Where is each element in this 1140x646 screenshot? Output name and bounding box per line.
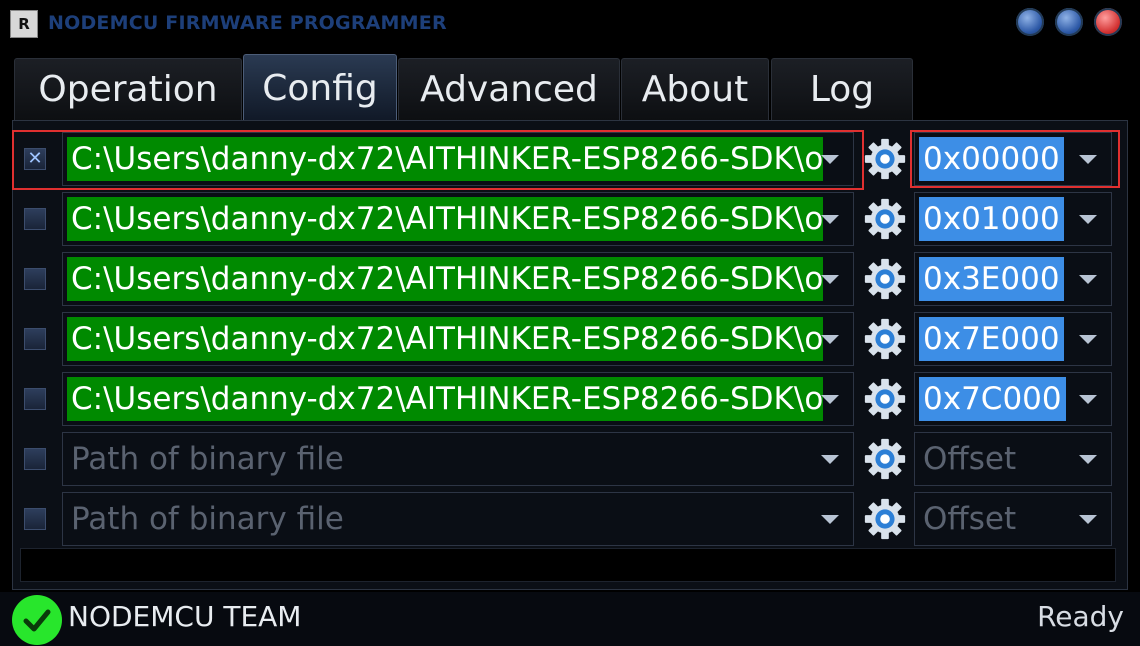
check-circle-icon	[12, 595, 62, 645]
offset-value: 0x3E000	[919, 257, 1064, 301]
row-enable-checkbox[interactable]	[24, 208, 46, 230]
firmware-row: C:\Users\danny-dx72\AITHINKER-ESP8266-SD…	[0, 192, 1140, 248]
chevron-down-icon[interactable]	[1079, 395, 1097, 404]
offset-combobox[interactable]: Offset	[914, 432, 1112, 486]
offset-combobox[interactable]: 0x3E000	[914, 252, 1112, 306]
gear-icon[interactable]	[858, 492, 912, 546]
offset-combobox[interactable]: 0x7E000	[914, 312, 1112, 366]
status-bar: NODEMCU TEAM Ready	[0, 592, 1140, 646]
gear-icon[interactable]	[858, 192, 912, 246]
row-enable-checkbox[interactable]: ✕	[24, 148, 46, 170]
row-enable-checkbox[interactable]	[24, 508, 46, 530]
offset-value: 0x7C000	[919, 377, 1066, 421]
offset-combobox[interactable]: Offset	[914, 492, 1112, 546]
offset-value: Offset	[923, 441, 1017, 477]
app-icon[interactable]: R	[10, 10, 38, 38]
status-text: Ready	[1037, 600, 1124, 633]
window-title: NODEMCU FIRMWARE PROGRAMMER	[48, 12, 447, 34]
binary-path-combobox[interactable]: C:\Users\danny-dx72\AITHINKER-ESP8266-SD…	[62, 252, 854, 306]
tab-operation[interactable]: Operation	[14, 58, 242, 120]
maximize-button[interactable]	[1055, 8, 1083, 36]
chevron-down-icon[interactable]	[821, 215, 839, 224]
chevron-down-icon[interactable]	[1079, 275, 1097, 284]
chevron-down-icon[interactable]	[1079, 155, 1097, 164]
binary-path-value: Path of binary file	[71, 441, 344, 477]
close-button[interactable]	[1094, 8, 1122, 36]
row-enable-checkbox[interactable]	[24, 328, 46, 350]
binary-path-combobox[interactable]: C:\Users\danny-dx72\AITHINKER-ESP8266-SD…	[62, 132, 854, 186]
row-enable-checkbox[interactable]	[24, 388, 46, 410]
binary-path-value: C:\Users\danny-dx72\AITHINKER-ESP8266-SD…	[67, 197, 823, 241]
chevron-down-icon[interactable]	[821, 275, 839, 284]
chevron-down-icon[interactable]	[821, 455, 839, 464]
binary-path-value: C:\Users\danny-dx72\AITHINKER-ESP8266-SD…	[67, 137, 823, 181]
tab-advanced[interactable]: Advanced	[398, 58, 620, 120]
firmware-row: ✕ C:\Users\danny-dx72\AITHINKER-ESP8266-S…	[0, 132, 1140, 188]
firmware-row: Path of binary file Offset	[0, 432, 1140, 488]
binary-path-combobox[interactable]: C:\Users\danny-dx72\AITHINKER-ESP8266-SD…	[62, 192, 854, 246]
minimize-button[interactable]	[1016, 8, 1044, 36]
firmware-row: C:\Users\danny-dx72\AITHINKER-ESP8266-SD…	[0, 372, 1140, 428]
row-enable-checkbox[interactable]	[24, 268, 46, 290]
offset-value: Offset	[923, 501, 1017, 537]
binary-path-value: C:\Users\danny-dx72\AITHINKER-ESP8266-SD…	[67, 257, 823, 301]
tab-log[interactable]: Log	[771, 58, 913, 120]
gear-icon[interactable]	[858, 312, 912, 366]
offset-combobox[interactable]: 0x00000	[914, 132, 1112, 186]
offset-combobox[interactable]: 0x7C000	[914, 372, 1112, 426]
tab-config[interactable]: Config	[243, 54, 397, 122]
chevron-down-icon[interactable]	[1079, 455, 1097, 464]
chevron-down-icon[interactable]	[1079, 215, 1097, 224]
chevron-down-icon[interactable]	[821, 335, 839, 344]
chevron-down-icon[interactable]	[821, 155, 839, 164]
binary-path-combobox[interactable]: Path of binary file	[62, 492, 854, 546]
chevron-down-icon[interactable]	[1079, 335, 1097, 344]
chevron-down-icon[interactable]	[1079, 515, 1097, 524]
empty-row	[20, 548, 1116, 582]
gear-icon[interactable]	[858, 132, 912, 186]
offset-value: 0x01000	[919, 197, 1064, 241]
binary-path-value: C:\Users\danny-dx72\AITHINKER-ESP8266-SD…	[67, 317, 823, 361]
gear-icon[interactable]	[858, 432, 912, 486]
offset-value: 0x7E000	[919, 317, 1064, 361]
chevron-down-icon[interactable]	[821, 515, 839, 524]
gear-icon[interactable]	[858, 252, 912, 306]
firmware-row: Path of binary file Offset	[0, 492, 1140, 548]
team-label: NODEMCU TEAM	[68, 600, 302, 633]
binary-path-combobox[interactable]: C:\Users\danny-dx72\AITHINKER-ESP8266-SD…	[62, 312, 854, 366]
offset-value: 0x00000	[919, 137, 1064, 181]
title-bar: R NODEMCU FIRMWARE PROGRAMMER	[0, 0, 1140, 48]
offset-combobox[interactable]: 0x01000	[914, 192, 1112, 246]
firmware-row: C:\Users\danny-dx72\AITHINKER-ESP8266-SD…	[0, 252, 1140, 308]
row-enable-checkbox[interactable]	[24, 448, 46, 470]
binary-path-value: Path of binary file	[71, 501, 344, 537]
firmware-row: C:\Users\danny-dx72\AITHINKER-ESP8266-SD…	[0, 312, 1140, 368]
binary-path-combobox[interactable]: Path of binary file	[62, 432, 854, 486]
binary-path-combobox[interactable]: C:\Users\danny-dx72\AITHINKER-ESP8266-SD…	[62, 372, 854, 426]
tab-about[interactable]: About	[621, 58, 769, 120]
gear-icon[interactable]	[858, 372, 912, 426]
chevron-down-icon[interactable]	[821, 395, 839, 404]
binary-path-value: C:\Users\danny-dx72\AITHINKER-ESP8266-SD…	[67, 377, 823, 421]
